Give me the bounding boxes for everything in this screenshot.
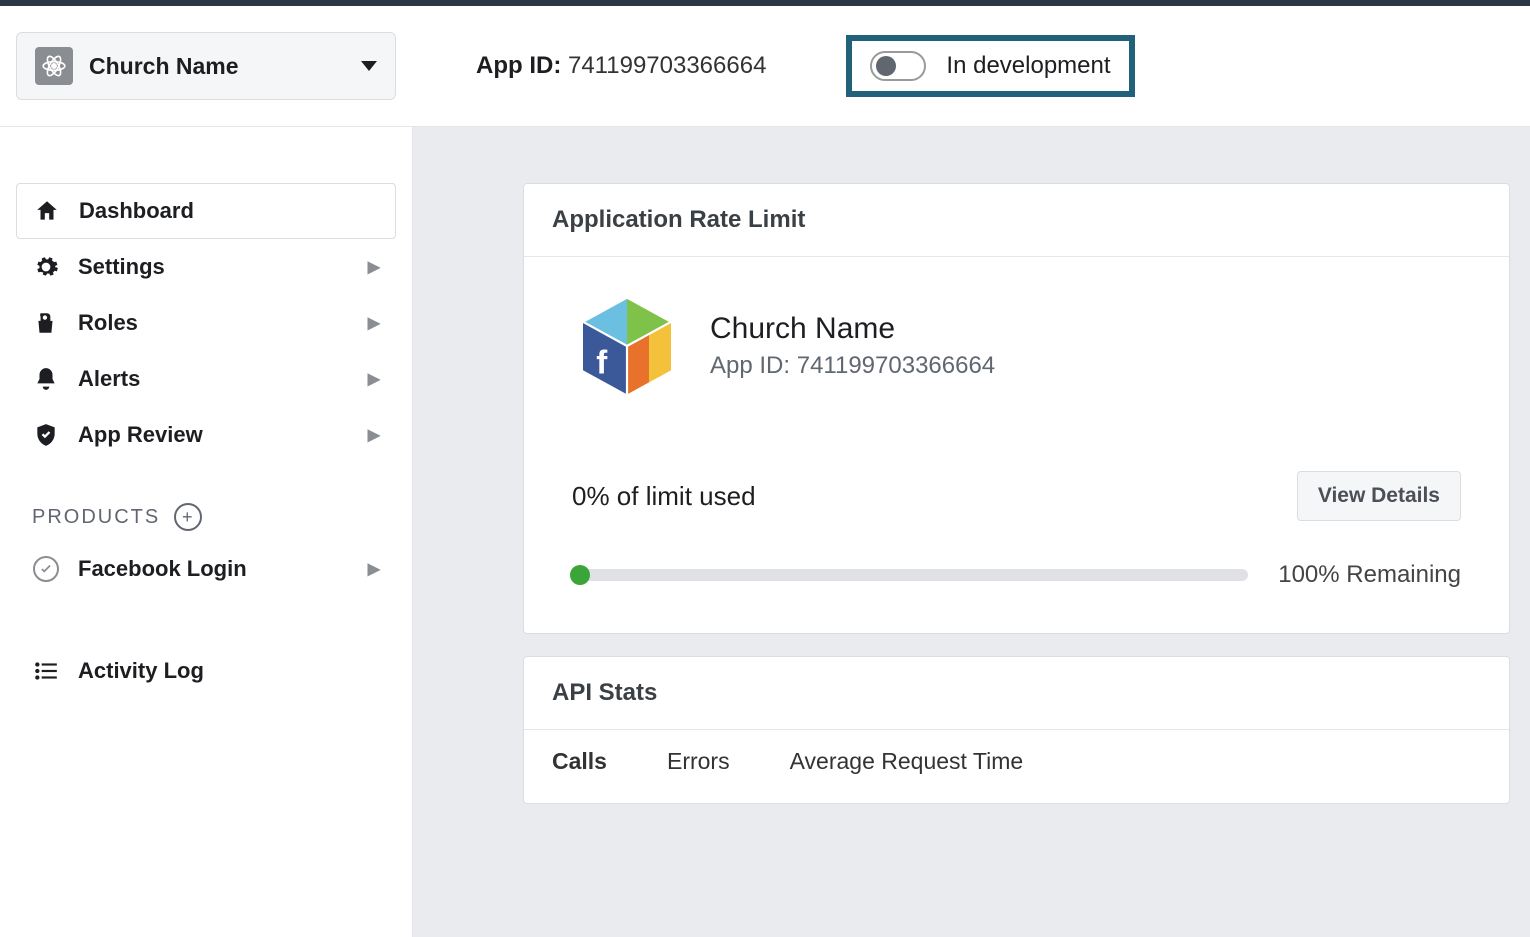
app-id-display: App ID: 741199703366664 bbox=[476, 52, 766, 80]
sidebar-item-activity-log[interactable]: Activity Log bbox=[16, 643, 396, 699]
status-text: In development bbox=[946, 52, 1110, 80]
limit-used-text: 0% of limit used bbox=[572, 481, 756, 512]
check-circle-icon bbox=[32, 555, 60, 583]
bell-icon bbox=[32, 365, 60, 393]
roles-icon bbox=[32, 309, 60, 337]
sidebar-item-alerts[interactable]: Alerts ▶ bbox=[16, 351, 396, 407]
app-id-label: App ID: bbox=[710, 352, 790, 379]
progress-indicator bbox=[570, 565, 590, 585]
sidebar-item-roles[interactable]: Roles ▶ bbox=[16, 295, 396, 351]
products-header-label: PRODUCTS bbox=[32, 506, 160, 529]
list-icon bbox=[32, 657, 60, 685]
remaining-text: 100% Remaining bbox=[1278, 561, 1461, 589]
chevron-right-icon: ▶ bbox=[368, 559, 380, 579]
add-product-button[interactable]: + bbox=[174, 503, 202, 531]
chevron-right-icon: ▶ bbox=[368, 369, 380, 389]
app-id-value: 741199703366664 bbox=[568, 52, 766, 79]
app-id-value: 741199703366664 bbox=[797, 352, 995, 379]
app-id-line: App ID: 741199703366664 bbox=[710, 352, 995, 380]
rate-limit-title: Application Rate Limit bbox=[524, 184, 1509, 257]
sidebar: Dashboard Settings ▶ Roles ▶ Alerts ▶ bbox=[0, 127, 413, 937]
tab-errors[interactable]: Errors bbox=[667, 748, 730, 775]
sidebar-item-label: App Review bbox=[78, 422, 350, 448]
app-id-label: App ID: bbox=[476, 52, 561, 79]
svg-text:f: f bbox=[596, 344, 608, 381]
chevron-right-icon: ▶ bbox=[368, 257, 380, 277]
api-stats-card: API Stats Calls Errors Average Request T… bbox=[523, 656, 1510, 804]
sidebar-item-settings[interactable]: Settings ▶ bbox=[16, 239, 396, 295]
sidebar-item-label: Activity Log bbox=[78, 658, 380, 684]
products-header: PRODUCTS + bbox=[16, 503, 396, 531]
chevron-down-icon bbox=[361, 61, 377, 71]
api-stats-title: API Stats bbox=[524, 657, 1509, 730]
gear-icon bbox=[32, 253, 60, 281]
app-selector-name: Church Name bbox=[89, 53, 345, 80]
status-highlight-box: In development bbox=[846, 35, 1134, 97]
rate-limit-progress bbox=[572, 569, 1248, 581]
chevron-right-icon: ▶ bbox=[368, 425, 380, 445]
tab-calls[interactable]: Calls bbox=[552, 748, 607, 775]
app-cube-icon: f bbox=[572, 291, 682, 401]
main-content: Application Rate Limit f bbox=[413, 127, 1530, 937]
tab-avg-request-time[interactable]: Average Request Time bbox=[790, 748, 1024, 775]
chevron-right-icon: ▶ bbox=[368, 313, 380, 333]
rate-limit-card: Application Rate Limit f bbox=[523, 183, 1510, 634]
view-details-button[interactable]: View Details bbox=[1297, 471, 1461, 521]
app-selector[interactable]: Church Name bbox=[16, 32, 396, 100]
sidebar-item-label: Alerts bbox=[78, 366, 350, 392]
toggle-knob bbox=[876, 56, 896, 76]
sidebar-item-label: Facebook Login bbox=[78, 556, 350, 582]
sidebar-item-facebook-login[interactable]: Facebook Login ▶ bbox=[16, 541, 396, 597]
app-name: Church Name bbox=[710, 312, 995, 346]
sidebar-item-label: Roles bbox=[78, 310, 350, 336]
sidebar-item-dashboard[interactable]: Dashboard bbox=[16, 183, 396, 239]
shield-icon bbox=[32, 421, 60, 449]
sidebar-item-label: Settings bbox=[78, 254, 350, 280]
sidebar-item-app-review[interactable]: App Review ▶ bbox=[16, 407, 396, 463]
sidebar-item-label: Dashboard bbox=[79, 198, 379, 224]
home-icon bbox=[33, 197, 61, 225]
development-mode-toggle[interactable] bbox=[870, 51, 926, 81]
atom-icon bbox=[35, 47, 73, 85]
